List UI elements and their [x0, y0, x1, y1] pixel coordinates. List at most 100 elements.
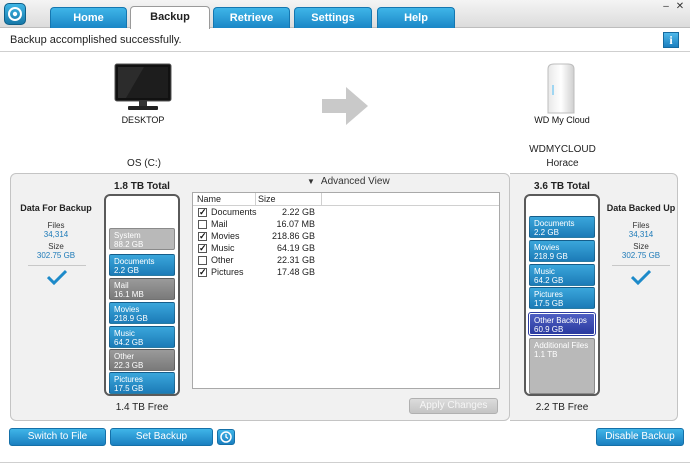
table-row: ✓ Documents 2.22 GB: [193, 207, 499, 219]
segment-size: 88.2 GB: [114, 240, 144, 249]
transfer-arrow-icon: [322, 87, 368, 128]
segment-name: Other: [114, 352, 135, 361]
bottom-divider: [0, 462, 690, 463]
row-name: Movies: [211, 231, 240, 241]
source-segment-other[interactable]: Other 22.3 GB: [109, 349, 175, 371]
table-row: Mail 16.07 MB: [193, 219, 499, 231]
app-logo-icon: [4, 3, 26, 25]
divider: [0, 51, 690, 52]
row-checkbox[interactable]: ✓: [198, 232, 207, 241]
table-row: ✓ Pictures 17.48 GB: [193, 267, 499, 279]
backed-up-check-icon: [630, 269, 652, 288]
wd-my-cloud-device-icon: [544, 63, 576, 115]
tab-backup[interactable]: Backup: [130, 6, 210, 29]
right-size-value: 302.75 GB: [621, 251, 661, 260]
right-files-label: Files: [632, 221, 650, 230]
row-size: 2.22 GB: [281, 207, 315, 217]
segment-name: Music: [114, 329, 135, 338]
segment-size: 60.9 GB: [534, 325, 564, 334]
destination-storage-column: Documents 2.2 GB Movies 218.9 GB Music 6…: [524, 194, 600, 396]
segment-size: 64.2 GB: [534, 276, 564, 285]
destination-free-label: 2.2 TB Free: [535, 402, 589, 413]
destination-segment-pictures[interactable]: Pictures 17.5 GB: [529, 287, 595, 309]
left-summary-divider: [28, 265, 86, 266]
backup-schedule-button[interactable]: [217, 429, 235, 445]
tab-retrieve[interactable]: Retrieve: [213, 7, 290, 28]
close-icon[interactable]: ✕: [675, 2, 685, 12]
minimize-icon[interactable]: –: [661, 2, 671, 12]
segment-name: Mail: [114, 281, 129, 290]
row-size: 218.86 GB: [271, 231, 315, 241]
row-checkbox[interactable]: ✓: [198, 268, 207, 277]
source-segment-mail[interactable]: Mail 16.1 MB: [109, 278, 175, 300]
left-files-value: 34,314: [43, 230, 69, 239]
segment-name: System: [114, 231, 141, 240]
row-size: 16.07 MB: [276, 219, 315, 229]
row-size: 17.48 GB: [276, 267, 315, 277]
row-checkbox[interactable]: ✓: [198, 244, 207, 253]
tab-help[interactable]: Help: [377, 7, 455, 28]
set-backup-frequency-button[interactable]: Set Backup Frequency: [110, 428, 213, 458]
segment-size: 218.9 GB: [114, 314, 148, 323]
segment-size: 218.9 GB: [534, 252, 568, 261]
file-category-table: Name Size ✓ Documents 2.22 GB Mail 16.07…: [192, 192, 500, 389]
row-size: 64.19 GB: [276, 243, 315, 253]
destination-segment-movies[interactable]: Movies 218.9 GB: [529, 240, 595, 262]
column-divider: [321, 193, 322, 206]
segment-size: 17.5 GB: [534, 299, 564, 308]
source-segment-movies[interactable]: Movies 218.9 GB: [109, 302, 175, 324]
segment-name: Documents: [114, 257, 155, 266]
segment-size: 17.5 GB: [114, 384, 144, 393]
switch-to-file-backup-button[interactable]: Switch to File Backup: [9, 428, 106, 458]
column-header-name[interactable]: Name: [197, 194, 221, 204]
row-checkbox[interactable]: [198, 256, 207, 265]
segment-name: Documents: [534, 219, 575, 228]
destination-segment-other-backups[interactable]: Other Backups 60.9 GB: [528, 312, 596, 336]
source-segment-documents[interactable]: Documents 2.2 GB: [109, 254, 175, 276]
table-row: Other 22.31 GB: [193, 255, 499, 267]
row-size: 22.31 GB: [276, 255, 315, 265]
info-icon[interactable]: i: [663, 32, 679, 48]
segment-size: 16.1 MB: [114, 290, 144, 299]
destination-segment-music[interactable]: Music 64.2 GB: [529, 264, 595, 286]
row-name: Mail: [211, 219, 228, 229]
source-segment-music[interactable]: Music 64.2 GB: [109, 326, 175, 348]
tab-home[interactable]: Home: [50, 7, 127, 28]
table-row: ✓ Movies 218.86 GB: [193, 231, 499, 243]
triangle-down-icon: ▼: [307, 177, 315, 186]
segment-name: Pictures: [534, 290, 563, 299]
right-files-value: 34,314: [628, 230, 654, 239]
source-device-label: DESKTOP: [121, 115, 165, 125]
segment-size: 1.1 TB: [534, 350, 558, 359]
left-files-label: Files: [47, 221, 65, 230]
disable-backup-button[interactable]: Disable Backup: [596, 428, 684, 446]
clock-icon: [220, 431, 232, 443]
segment-name: Other Backups: [534, 316, 587, 325]
row-name: Pictures: [211, 267, 244, 277]
column-header-size[interactable]: Size: [258, 194, 276, 204]
destination-device-label: WD My Cloud: [534, 115, 590, 125]
advanced-view-toggle[interactable]: ▼ Advanced View: [307, 176, 390, 187]
row-checkbox[interactable]: [198, 220, 207, 229]
source-segment-system[interactable]: System 88.2 GB: [109, 228, 175, 250]
apply-changes-button[interactable]: Apply Changes: [409, 398, 498, 414]
segment-size: 64.2 GB: [114, 338, 144, 347]
destination-segment-documents[interactable]: Documents 2.2 GB: [529, 216, 595, 238]
row-name: Music: [211, 243, 235, 253]
segment-name: Movies: [114, 305, 140, 314]
segment-name: Additional Files: [534, 341, 589, 350]
table-header: Name Size: [193, 193, 499, 206]
row-name: Other: [211, 255, 234, 265]
advanced-view-label: Advanced View: [320, 176, 390, 187]
destination-segment-additional-files[interactable]: Additional Files 1.1 TB: [529, 338, 595, 394]
row-checkbox[interactable]: ✓: [198, 208, 207, 217]
source-segment-pictures[interactable]: Pictures 17.5 GB: [109, 372, 175, 394]
data-for-backup-title: Data For Backup: [20, 203, 92, 213]
destination-share: Horace: [546, 158, 579, 169]
source-free-label: 1.4 TB Free: [115, 402, 169, 413]
app-window: Home Backup Retrieve Settings Help – ✕ B…: [0, 0, 690, 472]
tab-settings[interactable]: Settings: [294, 7, 372, 28]
source-volume-name: OS (C:): [127, 158, 161, 169]
data-backed-up-title: Data Backed Up: [606, 203, 676, 213]
segment-name: Music: [534, 267, 555, 276]
